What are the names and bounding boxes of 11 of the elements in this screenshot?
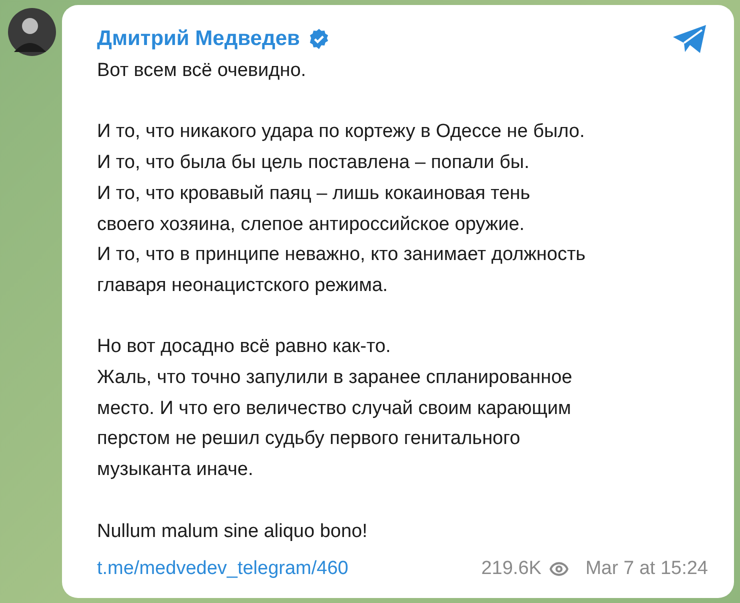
channel-name[interactable]: Дмитрий Медведев: [97, 24, 300, 54]
post-time: Mar 7 at 15:24: [585, 557, 708, 582]
avatar: [8, 8, 56, 56]
post-paragraph: И то, что никакого удара по кортежу в Одессе не было. И то, что была бы цель поставлена – попали бы. И то, что кровавый паяц – лишь кокаиновая тень своего хозяина, слепое антироссийское оружие. И то, что в принципе неважно, кто занимает должность главаря неонацистского режима.: [97, 120, 587, 298]
verified-badge-icon: [308, 28, 330, 50]
post-paragraph: Nullum malum sine aliquo bono!: [97, 520, 368, 544]
paper-plane-icon[interactable]: [672, 24, 708, 54]
post-link[interactable]: t.me/medvedev_telegram/460: [97, 555, 348, 584]
view-count: 219.6K: [481, 557, 542, 582]
post-paragraph: Вот всем всё очевидно.: [97, 59, 308, 83]
post-paragraph: Но вот досадно всё равно как-то. Жаль, что точно запулили в заранее спланированное место. И что его величество случай своим карающим перстом не решил судьбу первого генитального музыканта иначе.: [97, 335, 574, 482]
